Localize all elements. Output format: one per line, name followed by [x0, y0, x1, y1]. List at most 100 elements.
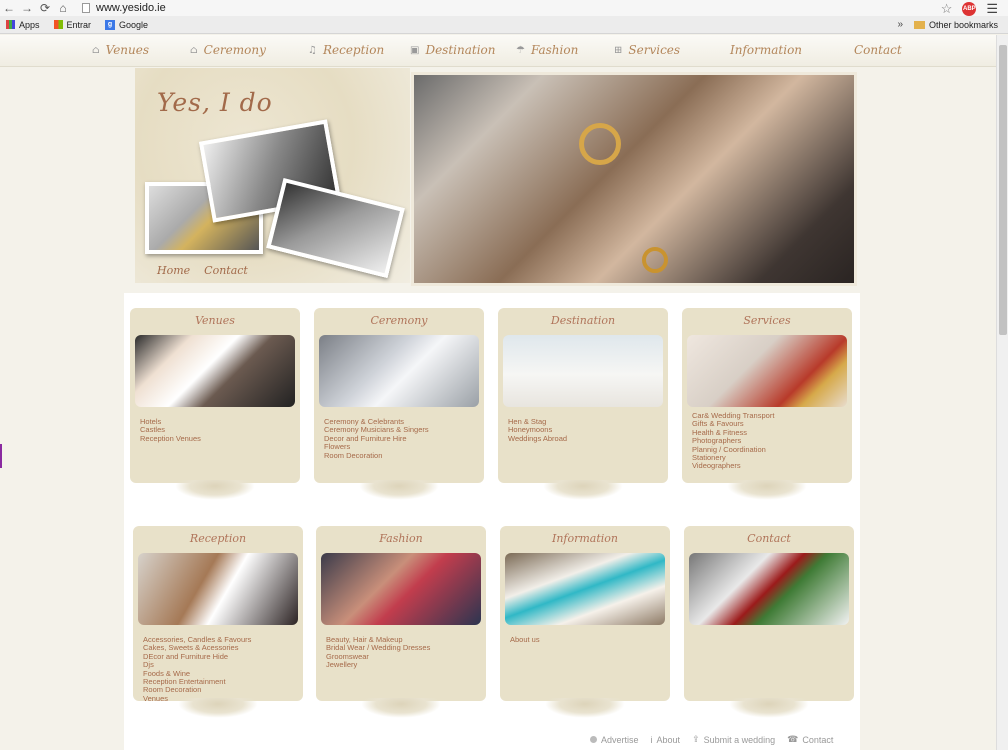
card-flourish [361, 698, 441, 718]
card-fashion: Fashion Beauty, Hair & Makeup Bridal Wea… [316, 526, 486, 718]
card-image[interactable] [689, 553, 849, 625]
bookmark-label: Google [119, 19, 149, 30]
other-bookmarks[interactable]: Other bookmarks [913, 19, 998, 30]
photo-collage [145, 119, 405, 279]
umbrella-icon: ☂ [516, 44, 525, 56]
other-bookmarks-label: Other bookmarks [928, 19, 998, 30]
reload-icon[interactable]: ⟳ [36, 0, 54, 16]
card-venues: Venues Hotels Castles Reception Venues [130, 308, 300, 500]
card-title[interactable]: Fashion [316, 532, 486, 545]
card-information: Information About us [500, 526, 670, 718]
phone-icon: ☎ [787, 734, 799, 744]
header-home-link[interactable]: Home [157, 264, 190, 277]
bookmark-label: Apps [19, 19, 40, 30]
card-link[interactable]: Reception Venues [140, 434, 201, 443]
card-links: Car& Wedding Transport Gifts & Favours H… [692, 411, 774, 471]
card-image[interactable] [505, 553, 665, 625]
card-image[interactable] [503, 335, 663, 407]
apps-icon [6, 20, 15, 29]
card-link[interactable]: Room Decoration [324, 451, 429, 460]
site-navigation: ⌂ Venues ⌂ Ceremony ♫ Reception ▣ Destin… [0, 35, 996, 67]
card-flourish [729, 698, 809, 718]
address-bar[interactable]: www.yesido.ie [82, 2, 166, 14]
card-title[interactable]: Reception [133, 532, 303, 545]
card-contact: Contact [684, 526, 854, 718]
card-image[interactable] [319, 335, 479, 407]
card-services: Services Car& Wedding Transport Gifts & … [682, 308, 852, 500]
nav-label: Destination [425, 43, 496, 57]
adblock-icon[interactable]: ABP [962, 2, 977, 16]
footer-submit[interactable]: ⇪ Submit a wedding [692, 734, 775, 745]
card-link[interactable]: Jewellery [326, 660, 430, 669]
card-title[interactable]: Destination [498, 314, 668, 327]
nav-label: Information [730, 43, 803, 57]
bookmark-entrar[interactable]: Entrar [53, 19, 92, 30]
bookmark-star-icon[interactable]: ☆ [941, 1, 953, 17]
nav-label: Reception [322, 43, 385, 57]
footer-advertise[interactable]: Advertise [590, 734, 639, 745]
bookmarks-overflow-button[interactable]: » [897, 19, 903, 30]
nav-fashion[interactable]: ☂ Fashion [516, 43, 578, 57]
card-links: Hotels Castles Reception Venues [140, 417, 201, 443]
url-text[interactable]: www.yesido.ie [96, 2, 166, 14]
header-contact-link[interactable]: Contact [204, 264, 248, 277]
ring-shape [579, 123, 621, 165]
card-image[interactable] [138, 553, 298, 625]
nav-contact[interactable]: Contact [854, 43, 902, 57]
hero-image [411, 72, 857, 286]
card-image[interactable] [321, 553, 481, 625]
card-destination: Destination Hen & Stag Honeymoons Weddin… [498, 308, 668, 500]
card-flourish [727, 480, 807, 500]
home-icon: ⌂ [92, 44, 100, 56]
browser-toolbar: ← → ⟳ ⌂ www.yesido.ie ☆ ABP ☰ [0, 0, 1008, 16]
card-link[interactable]: Videographers [692, 462, 774, 471]
card-links: About us [510, 635, 540, 644]
card-flourish [359, 480, 439, 500]
card-link[interactable]: About us [510, 635, 540, 644]
card-title[interactable]: Ceremony [314, 314, 484, 327]
footer-label: Advertise [601, 734, 639, 745]
card-flourish [545, 698, 625, 718]
back-icon[interactable]: ← [0, 0, 18, 16]
card-title[interactable]: Venues [130, 314, 300, 327]
home-icon[interactable]: ⌂ [54, 0, 72, 16]
card-reception: Reception Accessories, Candles & Favours… [133, 526, 303, 718]
card-image[interactable] [687, 335, 847, 407]
bookmark-label: Entrar [66, 19, 92, 30]
info-icon: i [650, 734, 653, 745]
footer-label: Submit a wedding [703, 734, 776, 745]
nav-information[interactable]: Information [730, 43, 802, 57]
bookmark-apps[interactable]: Apps [6, 20, 40, 30]
card-flourish [175, 480, 255, 500]
card-title[interactable]: Services [682, 314, 852, 327]
page-edge-marker [0, 444, 2, 468]
site-title: Yes, I do [157, 88, 273, 117]
nav-destination[interactable]: ▣ Destination [410, 43, 496, 57]
card-ceremony: Ceremony Ceremony & Celebrants Ceremony … [314, 308, 484, 500]
microsoft-icon [53, 20, 63, 29]
card-link[interactable]: Weddings Abroad [508, 434, 567, 443]
suitcase-icon: ▣ [410, 44, 420, 56]
nav-services[interactable]: ⊞ Services [614, 43, 680, 57]
cart-icon: ⊞ [614, 44, 623, 56]
nav-reception[interactable]: ♫ Reception [308, 43, 384, 57]
menu-icon[interactable]: ☰ [986, 1, 998, 17]
scrollbar-thumb[interactable] [999, 45, 1007, 335]
forward-icon[interactable]: → [18, 0, 36, 16]
nav-label: Fashion [530, 43, 579, 57]
card-link[interactable]: DEcor and Furniture Hide [143, 652, 251, 661]
card-title[interactable]: Information [500, 532, 670, 545]
ring-shape [642, 247, 668, 273]
footer-about[interactable]: i About [651, 734, 681, 745]
card-image[interactable] [135, 335, 295, 407]
nav-ceremony[interactable]: ⌂ Ceremony [190, 43, 266, 57]
nav-venues[interactable]: ⌂ Venues [92, 43, 149, 57]
page-icon [82, 3, 90, 13]
music-icon: ♫ [308, 44, 317, 56]
card-title[interactable]: Contact [684, 532, 854, 545]
footer-label: Contact [802, 734, 834, 745]
bookmark-google[interactable]: g Google [105, 19, 149, 30]
page-scrollbar[interactable] [996, 35, 1008, 750]
footer-contact[interactable]: ☎ Contact [787, 734, 833, 745]
card-links: Ceremony & Celebrants Ceremony Musicians… [324, 417, 429, 460]
